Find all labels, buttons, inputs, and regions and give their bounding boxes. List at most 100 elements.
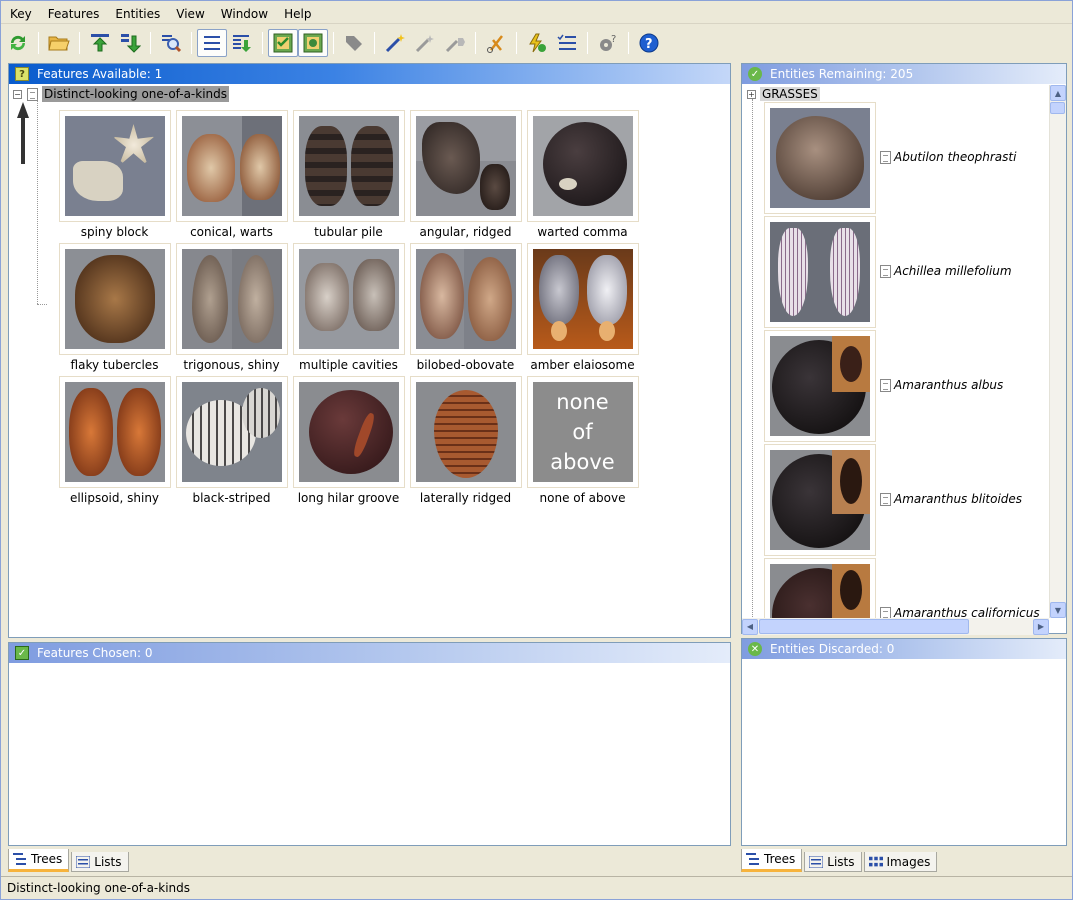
feature-item[interactable]: black-striped — [173, 376, 290, 509]
menu-bar: Key Features Entities View Window Help — [1, 4, 1072, 24]
tree-connector — [37, 99, 38, 304]
tree-expand-button[interactable] — [227, 29, 257, 57]
horizontal-scrollbar[interactable]: ◀ ▶ — [742, 618, 1049, 635]
feature-item[interactable]: trigonous, shiny — [173, 243, 290, 376]
list-view-button[interactable] — [197, 29, 227, 57]
collapse-icon[interactable]: − — [13, 89, 22, 99]
feature-item[interactable]: angular, ridged — [407, 110, 524, 243]
tree-root-label[interactable]: Distinct-looking one-of-a-kinds — [42, 86, 230, 102]
entity-thumbnail[interactable] — [764, 444, 876, 556]
tab-lists[interactable]: Lists — [71, 852, 129, 872]
feature-label: none of above — [539, 491, 626, 505]
feature-item[interactable]: tubular pile — [290, 110, 407, 243]
entities-remaining-panel: ✓ Entities Remaining: 205 + GRASSES Abut… — [741, 63, 1067, 635]
feature-thumbnail[interactable] — [58, 243, 171, 355]
entity-name[interactable]: Abutilon theophrasti — [880, 150, 1016, 164]
x-circle-icon: ✕ — [748, 642, 762, 656]
feature-thumbnail[interactable] — [292, 110, 405, 222]
entity-name[interactable]: Achillea millefolium — [880, 264, 1012, 278]
feature-label: tubular pile — [314, 225, 383, 239]
feature-thumbnail[interactable] — [175, 243, 288, 355]
refresh-icon — [10, 35, 26, 51]
menu-help[interactable]: Help — [275, 5, 318, 23]
none-text-1: none — [556, 390, 609, 414]
feature-item[interactable]: multiple cavities — [290, 243, 407, 376]
tab-images[interactable]: Images — [863, 852, 938, 872]
checklist-button[interactable] — [552, 29, 582, 57]
tree-root-node[interactable]: − Distinct-looking one-of-a-kinds — [13, 86, 230, 102]
toolbar: ? ? — [3, 27, 1072, 59]
feature-item[interactable]: long hilar groove — [290, 376, 407, 509]
help-button[interactable]: ? — [634, 29, 664, 57]
tag-button[interactable] — [339, 29, 369, 57]
image-view-2-button[interactable] — [298, 29, 328, 57]
refresh-button[interactable] — [3, 29, 33, 57]
entity-name[interactable]: Amaranthus albus — [880, 378, 1003, 392]
feature-thumbnail[interactable] — [409, 110, 522, 222]
toolbar-separator — [475, 32, 476, 54]
menu-entities[interactable]: Entities — [106, 5, 167, 23]
wand-forward-button[interactable] — [440, 29, 470, 57]
scroll-thumb[interactable] — [759, 619, 969, 634]
feature-thumbnail[interactable]: none of above — [526, 376, 639, 488]
feature-thumbnail[interactable] — [409, 243, 522, 355]
feature-thumbnail[interactable] — [526, 110, 639, 222]
move-down-button[interactable] — [115, 29, 145, 57]
feature-thumbnail[interactable] — [292, 243, 405, 355]
wand-button[interactable] — [410, 29, 440, 57]
group-node[interactable]: + GRASSES — [747, 87, 820, 101]
feature-item[interactable]: conical, warts — [173, 110, 290, 243]
features-available-header: ? Features Available: 1 — [9, 64, 730, 84]
entity-name[interactable]: Amaranthus californicus — [880, 606, 1040, 618]
feature-item[interactable]: none of above none of above — [524, 376, 641, 509]
feature-thumbnail[interactable] — [292, 376, 405, 488]
menu-key[interactable]: Key — [1, 5, 39, 23]
feature-item[interactable]: laterally ridged — [407, 376, 524, 509]
scroll-up-button[interactable]: ▲ — [1050, 85, 1066, 101]
feature-item[interactable]: bilobed-obovate — [407, 243, 524, 376]
scissors-button[interactable] — [481, 29, 511, 57]
find-button[interactable] — [156, 29, 186, 57]
menu-window[interactable]: Window — [212, 5, 275, 23]
tab-trees[interactable]: Trees — [8, 849, 70, 872]
toolbar-separator — [374, 32, 375, 54]
feature-thumbnail[interactable] — [58, 376, 171, 488]
gear-question-button[interactable]: ? — [593, 29, 623, 57]
feature-item[interactable]: flaky tubercles — [56, 243, 173, 376]
feature-thumbnail[interactable] — [58, 110, 171, 222]
feature-item[interactable]: spiny block — [56, 110, 173, 243]
tab-trees[interactable]: Trees — [741, 849, 803, 872]
scroll-right-button[interactable]: ▶ — [1033, 618, 1049, 635]
lightning-button[interactable] — [522, 29, 552, 57]
tab-lists[interactable]: Lists — [804, 852, 862, 872]
feature-thumbnail[interactable] — [175, 110, 288, 222]
scroll-left-button[interactable]: ◀ — [742, 618, 758, 635]
scroll-thumb[interactable] — [1050, 102, 1065, 114]
feature-thumbnail[interactable] — [175, 376, 288, 488]
feature-item[interactable]: warted comma — [524, 110, 641, 243]
feature-item[interactable]: amber elaiosome — [524, 243, 641, 376]
move-up-button[interactable] — [85, 29, 115, 57]
feature-thumbnail[interactable] — [526, 243, 639, 355]
entity-thumbnail[interactable] — [764, 330, 876, 442]
entity-thumbnail[interactable] — [764, 102, 876, 214]
menu-features[interactable]: Features — [39, 5, 107, 23]
menu-view[interactable]: View — [167, 5, 211, 23]
vertical-scrollbar[interactable]: ▲ ▼ — [1049, 85, 1066, 618]
expand-icon[interactable]: + — [747, 89, 756, 99]
right-tabs: Trees Lists Images — [741, 848, 939, 872]
status-text: Distinct-looking one-of-a-kinds — [7, 880, 191, 895]
entity-name[interactable]: Amaranthus blitoides — [880, 492, 1022, 506]
entity-thumbnail[interactable] — [764, 216, 876, 328]
entity-thumbnail[interactable] — [764, 558, 876, 618]
toolbar-separator — [628, 32, 629, 54]
scroll-down-button[interactable]: ▼ — [1050, 602, 1066, 618]
open-button[interactable] — [44, 29, 74, 57]
feature-item[interactable]: ellipsoid, shiny — [56, 376, 173, 509]
feature-label: bilobed-obovate — [416, 358, 515, 372]
magic-wand-button[interactable] — [380, 29, 410, 57]
checklist-icon — [557, 34, 576, 50]
feature-label: multiple cavities — [299, 358, 398, 372]
feature-thumbnail[interactable] — [409, 376, 522, 488]
image-view-button[interactable] — [268, 29, 298, 57]
